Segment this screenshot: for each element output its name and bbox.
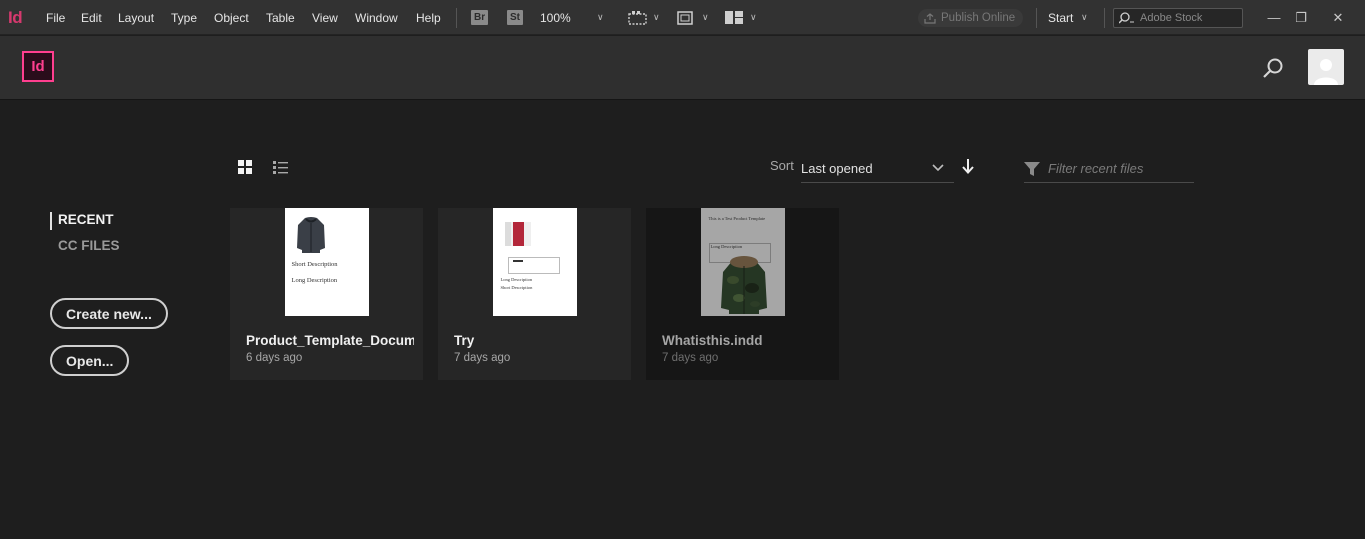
restore-icon[interactable]: ❐ (1289, 0, 1313, 35)
workspace-chevron-icon[interactable]: ∨ (1081, 0, 1088, 35)
filter-recent-files-input[interactable]: Filter recent files (1024, 155, 1194, 183)
search-icon[interactable] (1261, 56, 1285, 80)
camo-jacket-image (720, 256, 767, 314)
bridge-button[interactable]: Br (471, 10, 489, 25)
view-options-icon[interactable] (628, 0, 648, 35)
menu-file[interactable]: File (46, 0, 65, 35)
thumb-text: Short Description (291, 261, 338, 268)
menu-view[interactable]: View (312, 0, 338, 35)
workspace-switcher[interactable]: Start (1048, 0, 1073, 35)
stock-search-placeholder: Adobe Stock (1140, 12, 1203, 24)
recent-file-card[interactable]: This is a Test Product Template Long Des… (646, 208, 839, 380)
sidebar-nav: RECENT (50, 212, 114, 230)
arrange-chevron-icon[interactable]: ∨ (750, 0, 757, 35)
menu-layout[interactable]: Layout (118, 0, 154, 35)
zoom-chevron-down-icon[interactable]: ∨ (597, 0, 604, 35)
sort-dropdown[interactable]: Last opened (801, 155, 954, 183)
zoom-level[interactable]: 100% (540, 0, 571, 35)
file-date: 7 days ago (662, 352, 719, 364)
thumb-text: Short Description (500, 285, 533, 290)
publish-icon (924, 12, 936, 24)
file-date: 7 days ago (454, 352, 511, 364)
menu-help[interactable]: Help (416, 0, 441, 35)
screen-mode-icon[interactable] (677, 0, 693, 35)
thumb-text: Long Description (291, 277, 338, 284)
thumb-frame (507, 257, 560, 274)
file-thumbnail: Short Description Long Description (230, 208, 423, 316)
file-thumbnail: Long Description Short Description (438, 208, 631, 316)
indesign-logo: Id (22, 51, 54, 82)
chevron-down-icon (932, 164, 944, 172)
search-icon (1119, 12, 1134, 24)
file-name: Try (454, 333, 475, 348)
app-header: Id (0, 36, 1365, 100)
menu-window[interactable]: Window (355, 0, 398, 35)
thumb-text: Long Description (710, 244, 743, 249)
publish-online-button[interactable]: Publish Online (918, 9, 1024, 27)
file-name: Whatisthis.indd (662, 333, 763, 348)
sort-direction-arrow-icon[interactable] (961, 158, 975, 179)
view-options-chevron-icon[interactable]: ∨ (653, 0, 660, 35)
menu-table[interactable]: Table (266, 0, 295, 35)
toolbar-divider (1036, 8, 1037, 28)
stock-search-input[interactable]: Adobe Stock (1113, 8, 1243, 28)
screen-mode-chevron-icon[interactable]: ∨ (702, 0, 709, 35)
sort-label: Sort (770, 158, 794, 173)
close-icon[interactable]: ✕ (1326, 0, 1350, 35)
menubar: Id File Edit Layout Type Object Table Vi… (0, 0, 1365, 35)
thumb-text: Long Description (500, 277, 533, 282)
menu-object[interactable]: Object (214, 0, 249, 35)
grid-view-icon[interactable] (236, 158, 254, 176)
sidebar-item-recent[interactable]: RECENT (52, 212, 114, 230)
menu-edit[interactable]: Edit (81, 0, 102, 35)
recent-file-card[interactable]: Long Description Short Description Try 7… (438, 208, 631, 380)
avatar[interactable] (1308, 49, 1344, 85)
file-name: Product_Template_Docum... (246, 333, 414, 348)
recent-file-card[interactable]: Short Description Long Description Produ… (230, 208, 423, 380)
filter-placeholder: Filter recent files (1048, 161, 1144, 176)
file-date: 6 days ago (246, 352, 303, 364)
publish-online-label: Publish Online (941, 12, 1016, 24)
sidebar-item-cc-files[interactable]: CC FILES (50, 238, 120, 256)
toolbar-divider (456, 8, 457, 28)
jacket-image (296, 217, 325, 253)
sort-value: Last opened (801, 161, 873, 176)
thumb-text: This is a Test Product Template (708, 216, 766, 221)
user-icon (1314, 59, 1338, 85)
open-button[interactable]: Open... (50, 345, 130, 376)
menu-type[interactable]: Type (171, 0, 197, 35)
minimize-icon[interactable]: — (1262, 0, 1286, 35)
toolbar-divider (1104, 8, 1105, 28)
filter-icon (1024, 161, 1040, 176)
stock-button[interactable]: St (507, 10, 523, 25)
shirt-image (504, 222, 531, 246)
create-new-button[interactable]: Create new... (50, 298, 168, 329)
list-view-icon[interactable] (271, 158, 289, 176)
arrange-documents-icon[interactable] (725, 0, 743, 35)
file-thumbnail: This is a Test Product Template Long Des… (646, 208, 839, 316)
app-icon: Id (8, 7, 23, 27)
